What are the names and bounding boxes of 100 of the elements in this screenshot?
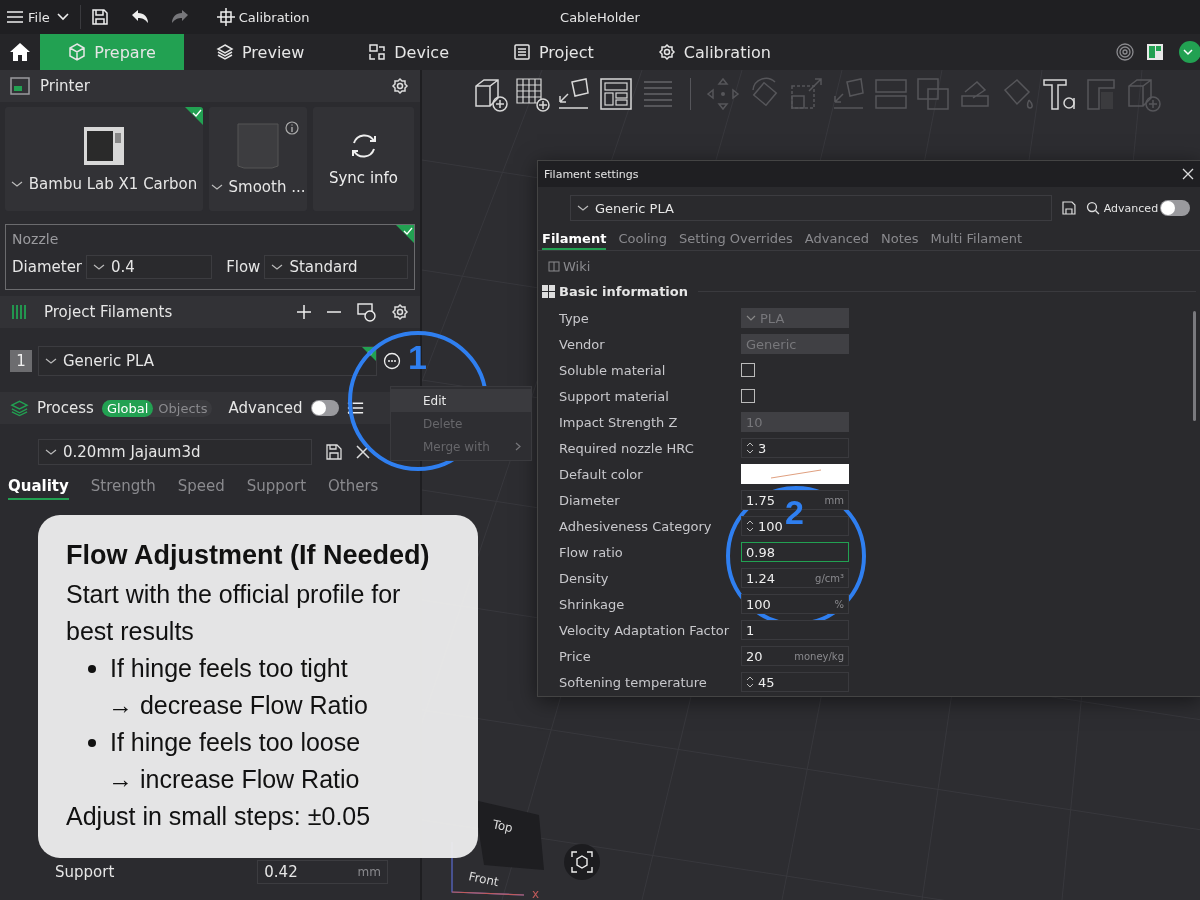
spin-field[interactable]: 3: [741, 438, 849, 458]
settings-tab[interactable]: Strength: [90, 477, 156, 500]
crosshair-icon: [216, 8, 235, 26]
calibration-button[interactable]: Calibration: [210, 8, 316, 26]
setting-label: Impact Strength Z: [559, 414, 679, 430]
settings-tab[interactable]: Speed: [177, 477, 225, 500]
close-icon[interactable]: [356, 445, 370, 459]
setting-label: Velocity Adaptation Factor: [559, 622, 731, 638]
plus-icon[interactable]: [296, 304, 312, 320]
axis-label: x: [532, 887, 540, 900]
file-menu[interactable]: File: [0, 9, 56, 25]
value-field[interactable]: 100 %: [741, 594, 849, 614]
menu-item[interactable]: Edit: [391, 389, 531, 412]
settings-tab[interactable]: Advanced: [804, 231, 870, 250]
chevron-down-icon[interactable]: [45, 357, 57, 365]
section-title: Process: [36, 399, 94, 417]
filament-index: 1: [10, 350, 32, 372]
value-field[interactable]: 1.24 g/cm³: [741, 568, 849, 588]
close-icon[interactable]: [1182, 168, 1194, 180]
more-icon[interactable]: [383, 352, 401, 370]
spin-field[interactable]: 45: [741, 672, 849, 692]
advanced-toggle[interactable]: [1160, 200, 1190, 216]
printer-icon: [82, 125, 126, 167]
settings-tab[interactable]: Setting Overrides: [679, 231, 793, 250]
home-icon[interactable]: [9, 42, 31, 62]
diameter-dropdown[interactable]: 0.4: [86, 255, 213, 279]
view-cube-label: Top: [491, 817, 515, 836]
spiral-icon[interactable]: [1116, 43, 1134, 61]
recenter-button[interactable]: [564, 844, 600, 880]
undo-icon[interactable]: [130, 9, 149, 25]
printer-icon: [10, 77, 30, 95]
process-preset-dropdown[interactable]: 0.20mm Jajaum3d: [38, 439, 312, 465]
check-icon: [185, 107, 203, 125]
save-icon[interactable]: [326, 444, 342, 460]
info-icon[interactable]: [285, 121, 299, 135]
layers-icon: [216, 43, 234, 61]
process-icon: [10, 399, 29, 417]
tip-text: → decrease Flow Ratio: [107, 690, 369, 721]
value-field[interactable]: 0.42 mm: [257, 860, 388, 884]
checkbox[interactable]: [741, 389, 755, 403]
save-icon[interactable]: [90, 8, 109, 26]
save-icon[interactable]: [1061, 201, 1076, 215]
setting-label: Vendor: [559, 336, 606, 352]
chevron-down-icon[interactable]: [210, 183, 223, 191]
nav-tab[interactable]: Preview: [184, 34, 337, 70]
chevron-down-icon[interactable]: [45, 448, 57, 456]
spinner-icon[interactable]: [746, 441, 754, 455]
spinner-icon[interactable]: [746, 519, 754, 533]
tip-title: Flow Adjustment (If Needed): [66, 539, 431, 572]
spinner-icon[interactable]: [746, 675, 754, 689]
plate-icon: [236, 122, 280, 170]
value-field[interactable]: 1: [741, 620, 849, 640]
checkbox[interactable]: [741, 363, 755, 377]
setting-label: Type: [559, 310, 590, 326]
filament-preset-dropdown[interactable]: Generic PLA: [570, 195, 1052, 221]
advanced-toggle[interactable]: [310, 400, 339, 416]
search-icon[interactable]: [1085, 201, 1100, 215]
wiki-link[interactable]: Wiki: [538, 251, 1200, 280]
flow-dropdown[interactable]: Standard: [264, 255, 408, 279]
settings-tab[interactable]: Quality: [8, 477, 69, 500]
settings-tab[interactable]: Multi Filament: [930, 231, 1023, 250]
settings-tab[interactable]: Others: [328, 477, 379, 500]
scrollbar[interactable]: [1193, 311, 1196, 421]
nav-tab[interactable]: Device: [336, 34, 481, 70]
tip-text: → increase Flow Ratio: [107, 764, 361, 795]
value-field[interactable]: 20 money/kg: [741, 646, 849, 666]
printer-card[interactable]: Bambu Lab X1 Carbon: [5, 107, 203, 211]
settings-tab[interactable]: Notes: [881, 231, 919, 250]
setting-label: Shrinkage: [559, 596, 626, 612]
filament-dropdown[interactable]: Generic PLA: [38, 346, 377, 376]
plate-name: Smooth ...: [228, 178, 306, 196]
tip-text: Adjust in small steps: ±0.05: [66, 801, 372, 832]
chevron-down-icon[interactable]: [93, 263, 106, 271]
settings-tab[interactable]: Filament: [542, 231, 607, 250]
text-icon[interactable]: [1041, 76, 1077, 112]
settings-tab[interactable]: Cooling: [618, 231, 668, 250]
chevron-down-icon[interactable]: [577, 204, 589, 212]
add-cube-icon[interactable]: [472, 76, 508, 112]
settings-icon[interactable]: [390, 302, 410, 322]
plate-card[interactable]: Smooth ...: [209, 107, 307, 211]
chevron-down-icon[interactable]: [10, 180, 23, 188]
settings-icon[interactable]: [390, 76, 410, 96]
chevron-down-icon[interactable]: [271, 263, 284, 271]
bullet-icon: [88, 739, 96, 747]
sync-info-button[interactable]: Sync info: [313, 107, 414, 211]
redo-icon[interactable]: [170, 9, 189, 25]
setting-label: Support: [55, 863, 116, 881]
layout-icon[interactable]: [1146, 43, 1164, 61]
account-icon[interactable]: [1176, 40, 1200, 64]
value-field[interactable]: 0.98: [741, 542, 849, 562]
add-plate-icon[interactable]: [514, 76, 550, 112]
list-icon[interactable]: [347, 400, 365, 416]
nav-tab[interactable]: Project: [481, 34, 626, 70]
orient-icon[interactable]: [556, 76, 592, 112]
arrange-icon[interactable]: [598, 76, 634, 112]
color-swatch[interactable]: [741, 464, 849, 484]
settings-tab[interactable]: Support: [246, 477, 306, 500]
nav-tab[interactable]: Calibration: [625, 34, 803, 70]
spool-sync-icon[interactable]: [356, 302, 376, 322]
advanced-label: Advanced: [1103, 201, 1159, 215]
